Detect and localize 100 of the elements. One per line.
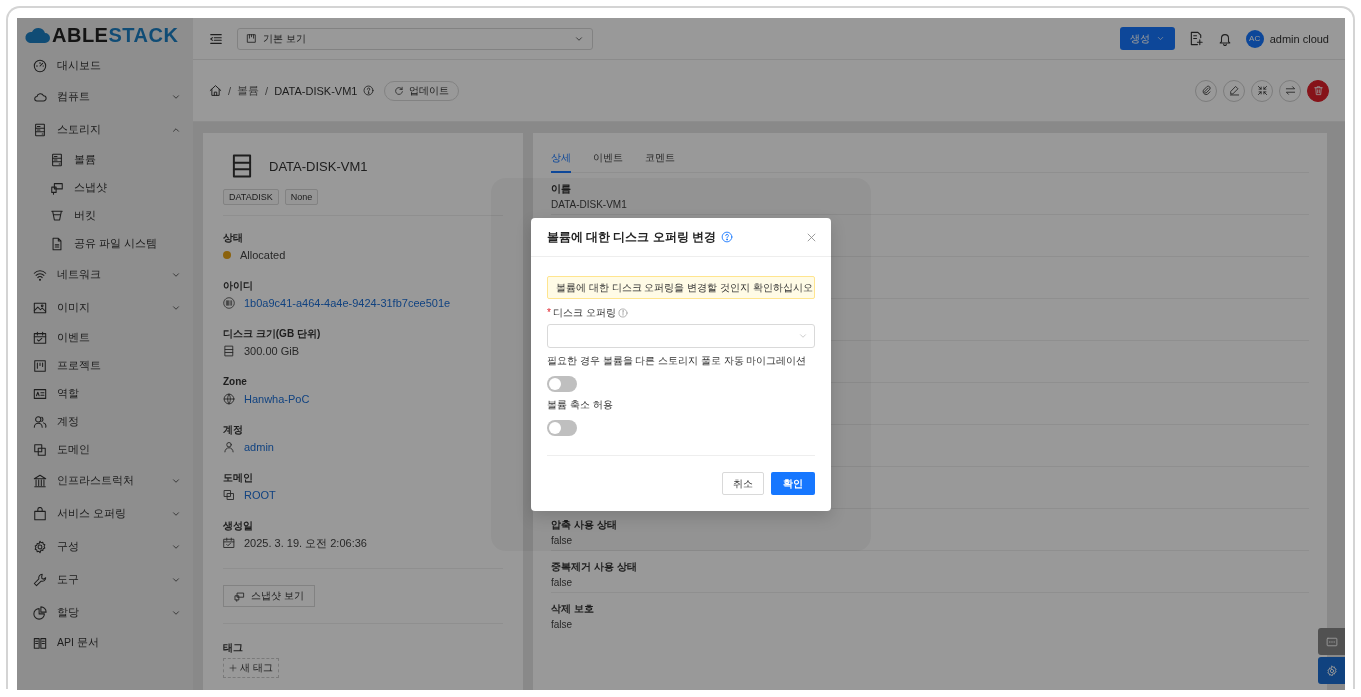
sidebar-item[interactable]: 인프라스트럭처 <box>17 464 193 497</box>
field-label: 아이디 <box>223 280 254 292</box>
toggle-switch[interactable] <box>547 420 577 436</box>
create-button[interactable]: 생성 <box>1119 27 1175 50</box>
field-label: 도메인 <box>223 472 254 484</box>
value-link[interactable]: Hanwha-PoC <box>244 393 310 405</box>
chat-icon <box>1325 635 1338 648</box>
tab[interactable]: 이벤트 <box>593 147 623 173</box>
settings-icon <box>33 539 47 554</box>
tab[interactable]: 코멘트 <box>645 147 675 173</box>
bank-icon <box>33 473 47 488</box>
value-link[interactable]: 1b0a9c41-a464-4a4e-9424-31fb7cee501e <box>244 297 451 309</box>
home-icon <box>209 84 222 97</box>
resize-button[interactable] <box>1251 79 1273 102</box>
settings-button[interactable] <box>1318 657 1345 684</box>
copy-icon <box>223 489 235 501</box>
value-link[interactable]: admin <box>244 441 274 453</box>
sidebar-item[interactable]: 프로젝트 <box>17 352 193 380</box>
sidebar-item[interactable]: 할당 <box>17 596 193 629</box>
pie-chart-icon <box>33 605 47 620</box>
confirm-button[interactable]: 확인 <box>771 472 815 495</box>
chat-button[interactable] <box>1318 628 1345 655</box>
field-value: Allocated <box>240 249 286 261</box>
tag: DATADISK <box>223 189 279 205</box>
sidebar-item[interactable]: 이벤트 <box>17 324 193 352</box>
refresh-button[interactable]: 업데이트 <box>384 80 460 101</box>
sidebar-item[interactable]: API 문서 <box>17 629 193 657</box>
document-plus-icon <box>1188 31 1204 46</box>
sidebar-item[interactable]: 구성 <box>17 530 193 563</box>
field-label: 생성일 <box>223 520 254 532</box>
volume-title: DATA-DISK-VM1 <box>269 158 368 174</box>
logo-wordmark: ABLESTACK <box>52 23 179 47</box>
dialog-title: 볼륨에 대한 디스크 오퍼링 변경 <box>547 229 716 245</box>
sidebar-item[interactable]: 도메인 <box>17 436 193 464</box>
field-value: false <box>551 534 574 547</box>
toggle-label: 볼륨 축소 허용 <box>547 398 613 411</box>
field-label: Zone <box>223 376 248 388</box>
menu-icon <box>209 31 223 46</box>
snapshot-button[interactable]: 스냅샷 보기 <box>223 585 315 607</box>
breadcrumb-item[interactable]: 볼륨 <box>237 83 260 98</box>
toggle-label: 필요한 경우 볼륨을 다른 스토리지 풀로 자동 마이그레이션 <box>547 354 807 367</box>
sidebar-item[interactable]: 컴퓨트 <box>17 80 193 113</box>
value-link[interactable]: ROOT <box>244 489 276 501</box>
view-select[interactable]: 기본 보기 <box>237 27 593 50</box>
swap-icon <box>1284 85 1296 96</box>
sidebar-item[interactable]: 스토리지 <box>17 113 193 146</box>
breadcrumb-item: DATA-DISK-VM1 <box>274 84 358 97</box>
snapshot-icon <box>234 590 245 602</box>
file-icon <box>50 237 64 251</box>
sidebar-item[interactable]: 공유 파일 시스템 <box>17 230 193 258</box>
image-icon <box>33 300 47 315</box>
sidebar-item[interactable]: 스냅샷 <box>17 174 193 202</box>
sidebar-item[interactable]: 이미지 <box>17 291 193 324</box>
section-label: 태그 <box>223 642 244 654</box>
info-icon <box>617 307 628 318</box>
help-icon <box>363 85 375 96</box>
toggle-switch[interactable] <box>547 376 577 392</box>
sidebar-item[interactable]: 볼륨 <box>17 146 193 174</box>
shrink-icon <box>1256 85 1268 96</box>
add-tag-button[interactable]: 새 태그 <box>223 658 279 678</box>
swap-button[interactable] <box>1279 79 1301 102</box>
wrench-icon <box>33 572 47 587</box>
tag: None <box>284 189 319 205</box>
user-avatar[interactable]: AC <box>1245 29 1264 48</box>
user-name[interactable]: admin cloud <box>1269 32 1329 45</box>
paperclip-icon <box>1200 85 1212 96</box>
field-label: 디스크 오퍼링 <box>552 305 616 320</box>
users-icon <box>33 415 47 429</box>
breadcrumb-separator: / <box>228 84 232 97</box>
plus-icon <box>229 664 237 672</box>
breadcrumb-separator: / <box>265 84 269 97</box>
user-icon <box>223 441 235 453</box>
server-icon <box>50 153 64 167</box>
calendar-icon <box>33 331 47 345</box>
sidebar-item[interactable]: 버킷 <box>17 202 193 230</box>
sidebar-item[interactable]: 역할 <box>17 380 193 408</box>
tab[interactable]: 상세 <box>551 147 571 173</box>
id-card-icon <box>33 387 47 401</box>
delete-button[interactable] <box>1307 79 1329 102</box>
required-mark: * <box>547 307 551 318</box>
help-icon <box>720 231 733 243</box>
sidebar-item[interactable]: 계정 <box>17 408 193 436</box>
funnel-icon <box>50 209 64 223</box>
sidebar-item[interactable]: 도구 <box>17 563 193 596</box>
chevron-down-icon <box>798 331 808 341</box>
edit-button[interactable] <box>1223 79 1245 102</box>
sidebar-item[interactable]: 서비스 오퍼링 <box>17 497 193 530</box>
wifi-icon <box>33 267 47 282</box>
server-icon <box>33 122 47 137</box>
sidebar-item[interactable]: 대시보드 <box>17 52 193 80</box>
field-value: false <box>551 576 574 589</box>
cancel-button[interactable]: 취소 <box>722 472 764 495</box>
book-icon <box>33 636 47 650</box>
sidebar-item[interactable]: 네트워크 <box>17 258 193 291</box>
field-label: 삭제 보호 <box>551 603 595 615</box>
close-button[interactable] <box>806 231 817 243</box>
attach-button[interactable] <box>1195 79 1217 102</box>
warning-alert: 볼륨에 대한 디스크 오퍼링을 변경할 것인지 확인하십시오 <box>547 276 815 299</box>
chevron-down-icon <box>1155 34 1165 43</box>
field-label: 압축 사용 상태 <box>551 519 618 531</box>
